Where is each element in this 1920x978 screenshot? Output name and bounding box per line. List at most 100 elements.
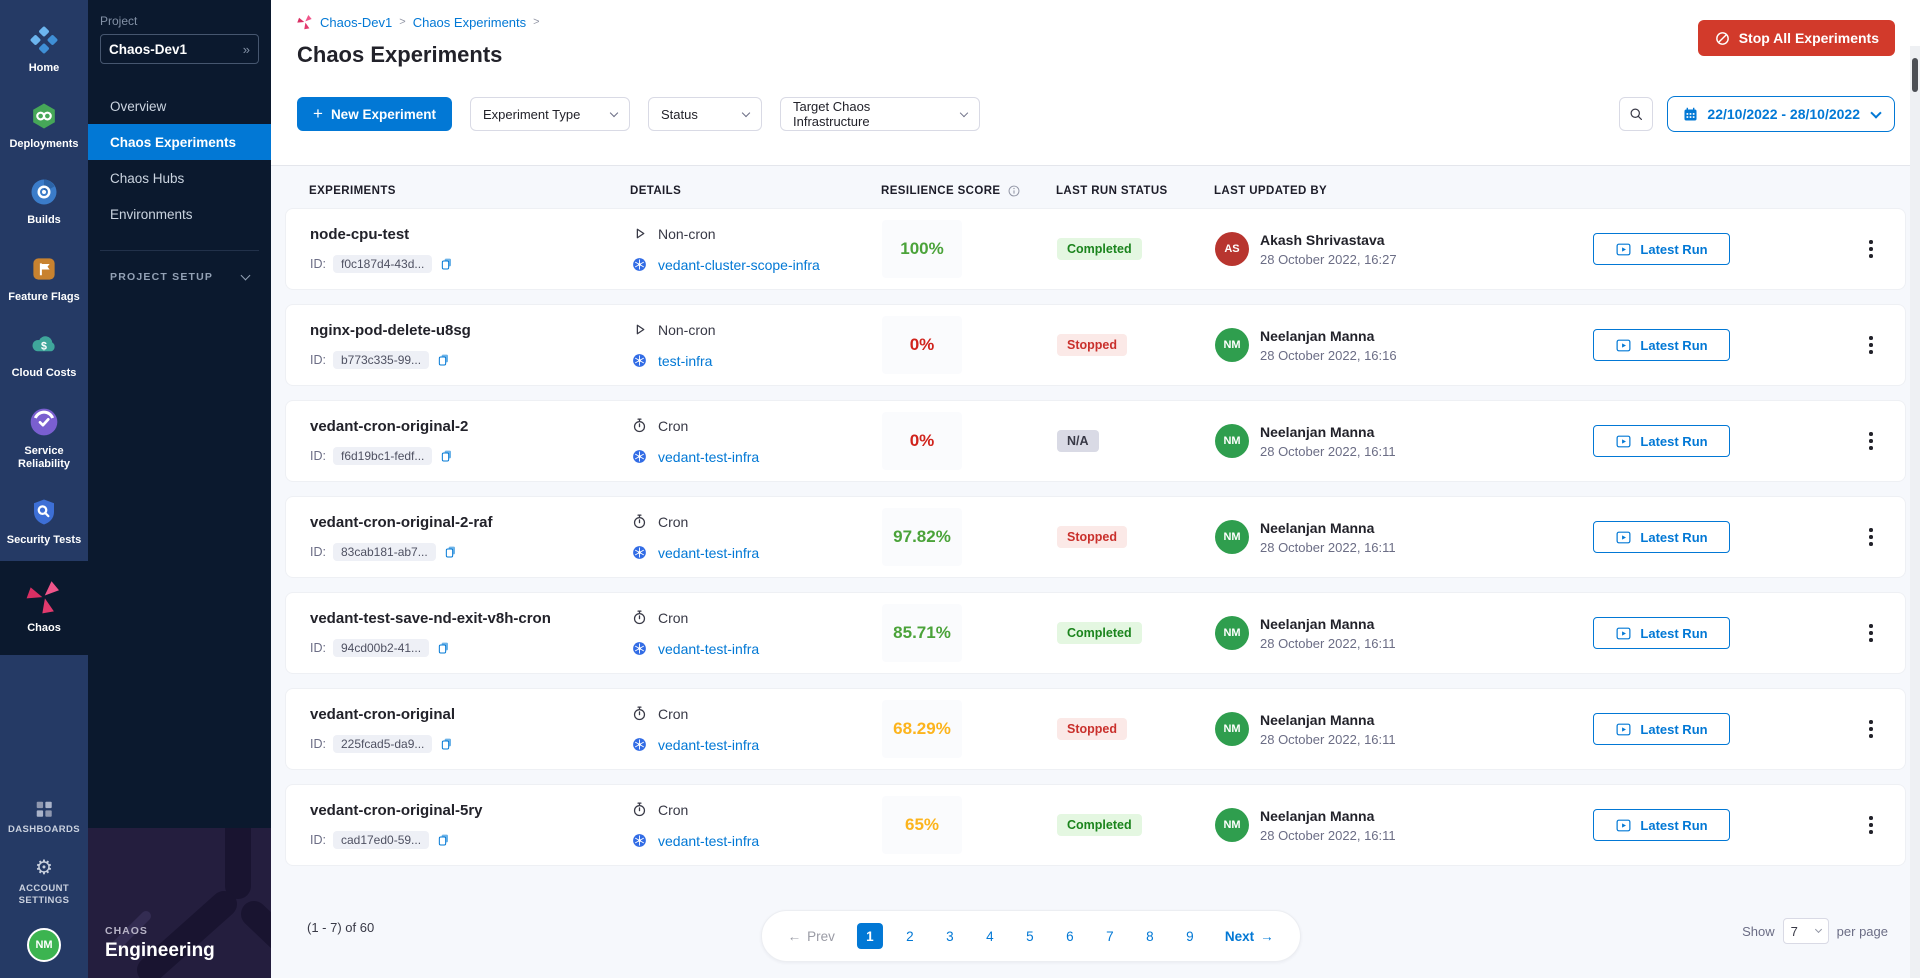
sidebar-item-dashboards[interactable]: DASHBOARDS (6, 788, 82, 847)
latest-run-button[interactable]: Latest Run (1593, 521, 1730, 553)
updated-by-cell: NM Neelanjan Manna 28 October 2022, 16:1… (1215, 520, 1593, 555)
experiment-type-filter[interactable]: Experiment Type (470, 97, 630, 131)
kebab-menu-icon[interactable] (1861, 619, 1881, 648)
project-setup-toggle[interactable]: PROJECT SETUP (88, 251, 271, 283)
cron-icon (631, 513, 648, 530)
sidebar-item-service-reliability[interactable]: Service Reliability (0, 393, 88, 484)
copy-icon[interactable] (436, 640, 452, 656)
scrollbar-thumb[interactable] (1912, 58, 1918, 92)
filter-label: Target Chaos Infrastructure (793, 99, 947, 129)
prev-label: Prev (807, 929, 835, 944)
experiment-name[interactable]: vedant-cron-original (310, 706, 631, 723)
user-avatar[interactable]: NM (27, 928, 61, 962)
experiment-id-value: 83cab181-ab7... (333, 543, 436, 561)
updated-by-cell: NM Neelanjan Manna 28 October 2022, 16:1… (1215, 712, 1593, 747)
search-button[interactable] (1619, 97, 1653, 131)
row-menu-cell (1837, 619, 1881, 648)
experiment-name[interactable]: vedant-cron-original-2-raf (310, 514, 631, 531)
latest-run-button[interactable]: Latest Run (1593, 329, 1730, 361)
latest-run-button[interactable]: Latest Run (1593, 425, 1730, 457)
experiment-name[interactable]: vedant-cron-original-5ry (310, 802, 631, 819)
updated-at: 28 October 2022, 16:16 (1260, 348, 1397, 363)
status-cell: Stopped (1057, 526, 1215, 548)
last-run-status-badge: Completed (1057, 622, 1142, 644)
sidebar-item-deployments[interactable]: Deployments (0, 88, 88, 164)
sidebar-item-account-settings[interactable]: ⚙ ACCOUNT SETTINGS (7, 847, 81, 918)
kebab-menu-icon[interactable] (1861, 523, 1881, 552)
breadcrumb: Chaos-Dev1 > Chaos Experiments > (271, 0, 1920, 30)
kubernetes-icon (631, 832, 648, 849)
experiment-name[interactable]: vedant-test-save-nd-exit-v8h-cron (310, 610, 631, 627)
kubernetes-icon (631, 736, 648, 753)
page-button-1[interactable]: 1 (857, 923, 883, 949)
breadcrumb-project-link[interactable]: Chaos-Dev1 (320, 15, 392, 30)
copy-icon[interactable] (439, 736, 455, 752)
latest-run-button[interactable]: Latest Run (1593, 713, 1730, 745)
breadcrumb-experiments-link[interactable]: Chaos Experiments (413, 15, 526, 30)
menu-item-environments[interactable]: Environments (88, 196, 271, 232)
latest-run-button[interactable]: Latest Run (1593, 809, 1730, 841)
infrastructure-link[interactable]: vedant-test-infra (658, 641, 759, 657)
prev-page-button[interactable]: ← Prev (788, 929, 835, 944)
sidebar-item-home[interactable]: Home (0, 12, 88, 88)
project-selector[interactable]: Chaos-Dev1 » (100, 34, 259, 64)
experiment-name[interactable]: nginx-pod-delete-u8sg (310, 322, 631, 339)
copy-icon[interactable] (436, 832, 452, 848)
infrastructure-link[interactable]: vedant-test-infra (658, 545, 759, 561)
copy-icon[interactable] (436, 352, 452, 368)
info-icon[interactable] (1007, 184, 1021, 198)
non-cron-icon (631, 321, 648, 338)
experiment-id-value: 225fcad5-da9... (333, 735, 432, 753)
infrastructure-link[interactable]: vedant-test-infra (658, 833, 759, 849)
infrastructure-link[interactable]: vedant-test-infra (658, 737, 759, 753)
experiment-name[interactable]: vedant-cron-original-2 (310, 418, 631, 435)
kebab-menu-icon[interactable] (1861, 715, 1881, 744)
page-header: Chaos-Dev1 > Chaos Experiments > Chaos E… (271, 0, 1920, 166)
scrollbar-track[interactable] (1910, 46, 1920, 978)
new-experiment-button[interactable]: + New Experiment (297, 97, 452, 131)
experiments-table-body: node-cpu-test ID: f0c187d4-43d... (285, 208, 1906, 866)
target-infrastructure-filter[interactable]: Target Chaos Infrastructure (780, 97, 980, 131)
kebab-menu-icon[interactable] (1861, 427, 1881, 456)
kebab-menu-icon[interactable] (1861, 235, 1881, 264)
page-button-5[interactable]: 5 (1017, 923, 1043, 949)
page-button-9[interactable]: 9 (1177, 923, 1203, 949)
menu-item-chaos-hubs[interactable]: Chaos Hubs (88, 160, 271, 196)
status-filter[interactable]: Status (648, 97, 762, 131)
latest-run-button[interactable]: Latest Run (1593, 233, 1730, 265)
experiment-name[interactable]: node-cpu-test (310, 226, 631, 243)
latest-run-cell: Latest Run (1593, 809, 1837, 841)
kebab-menu-icon[interactable] (1861, 811, 1881, 840)
page-button-4[interactable]: 4 (977, 923, 1003, 949)
date-range-picker[interactable]: 22/10/2022 - 28/10/2022 (1667, 96, 1895, 132)
kebab-menu-icon[interactable] (1861, 331, 1881, 360)
toolbar: + New Experiment Experiment Type Status … (297, 96, 1895, 132)
menu-item-chaos-experiments[interactable]: Chaos Experiments (88, 124, 271, 160)
copy-icon[interactable] (439, 448, 455, 464)
infrastructure-link[interactable]: vedant-cluster-scope-infra (658, 257, 820, 273)
module-branding: CHAOS Engineering (88, 828, 271, 978)
sidebar-item-security-tests[interactable]: Security Tests (0, 484, 88, 560)
latest-run-button[interactable]: Latest Run (1593, 617, 1730, 649)
sidebar-item-feature-flags[interactable]: Feature Flags (0, 241, 88, 317)
copy-icon[interactable] (439, 256, 455, 272)
stop-all-experiments-button[interactable]: Stop All Experiments (1698, 20, 1895, 56)
page-button-6[interactable]: 6 (1057, 923, 1083, 949)
sidebar-item-chaos[interactable]: Chaos (0, 561, 88, 655)
menu-item-overview[interactable]: Overview (88, 88, 271, 124)
infrastructure-link[interactable]: test-infra (658, 353, 712, 369)
copy-icon[interactable] (443, 544, 459, 560)
table-row: vedant-cron-original-5ry ID: cad17ed0-59… (285, 784, 1906, 866)
per-page-select[interactable]: 7 (1783, 918, 1829, 944)
last-run-status-badge: Stopped (1057, 334, 1127, 356)
page-button-8[interactable]: 8 (1137, 923, 1163, 949)
builds-icon (29, 177, 59, 207)
next-page-button[interactable]: Next → (1225, 929, 1274, 944)
sidebar-item-cloud-costs[interactable]: $ Cloud Costs (0, 317, 88, 393)
page-button-2[interactable]: 2 (897, 923, 923, 949)
page-button-7[interactable]: 7 (1097, 923, 1123, 949)
sidebar-item-builds[interactable]: Builds (0, 164, 88, 240)
expand-projects-icon[interactable]: » (243, 42, 250, 57)
infrastructure-link[interactable]: vedant-test-infra (658, 449, 759, 465)
page-button-3[interactable]: 3 (937, 923, 963, 949)
